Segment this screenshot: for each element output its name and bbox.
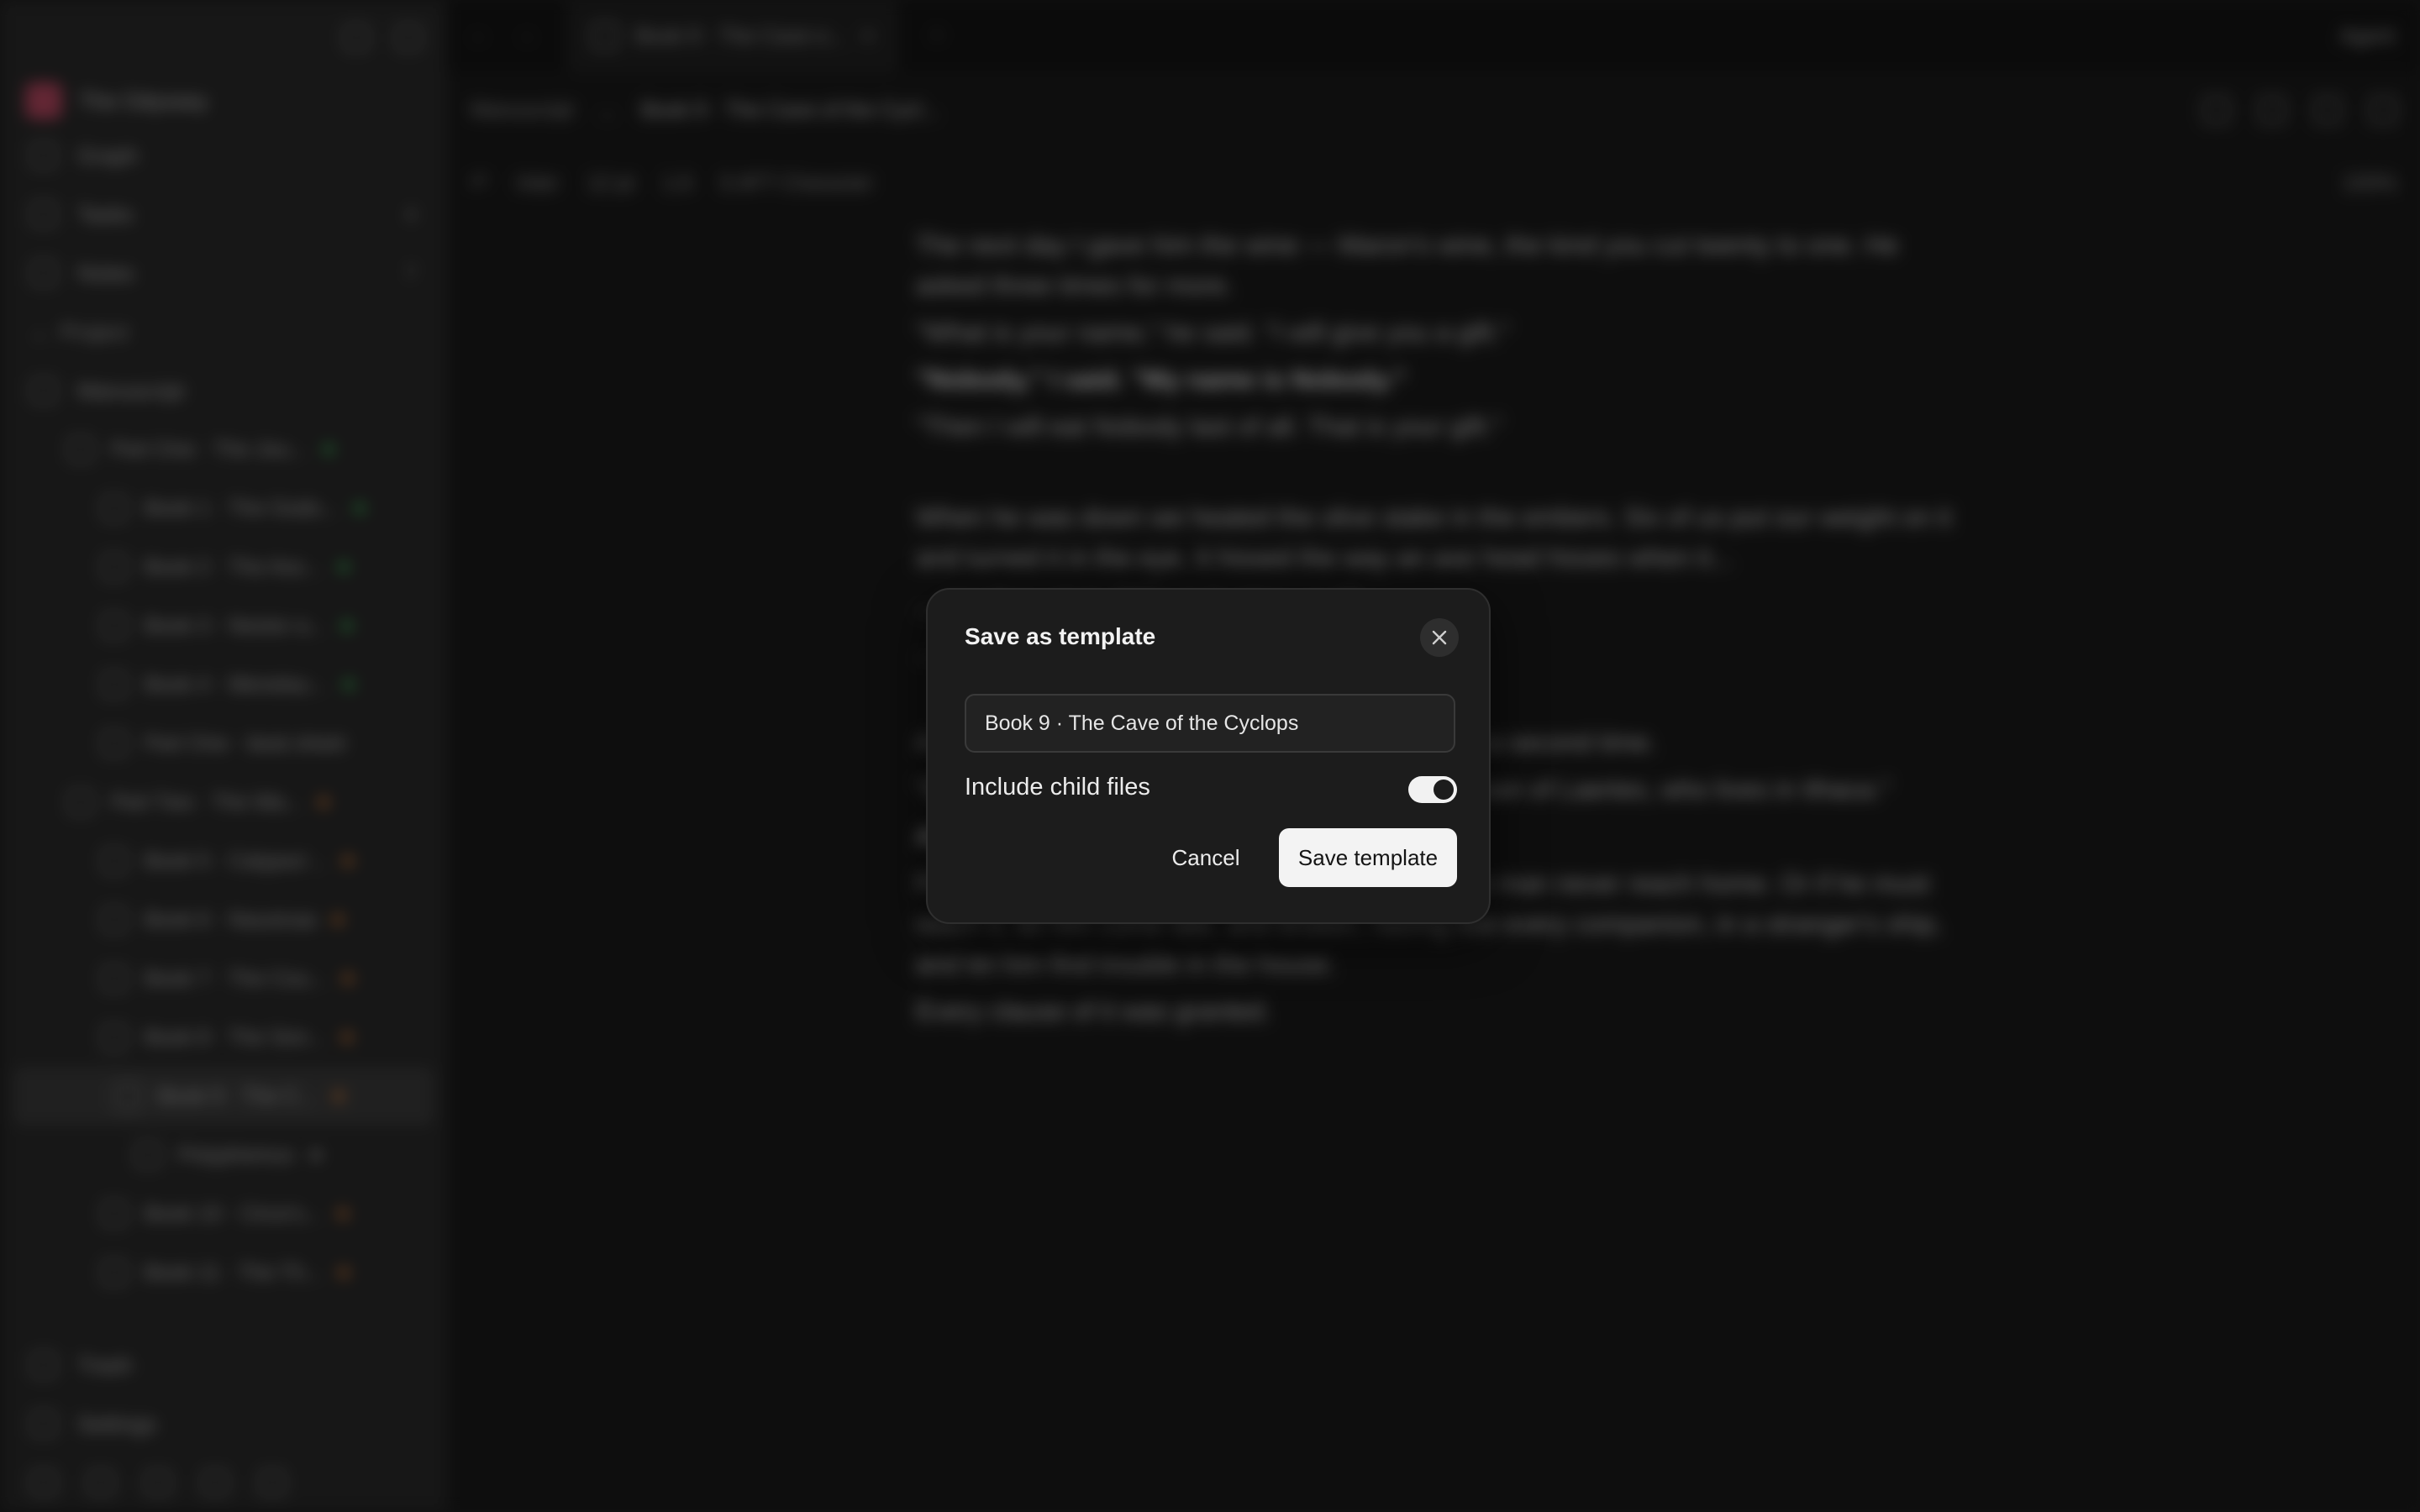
toggle-knob [1434,780,1454,800]
save-template-button[interactable]: Save template [1279,828,1457,887]
cancel-button[interactable]: Cancel [1151,828,1260,887]
close-icon [1432,630,1447,645]
close-button[interactable] [1420,618,1459,657]
save-template-dialog: Save as template Include child files Can… [926,588,1491,924]
include-child-files-label: Include child files [965,774,1150,801]
include-child-files-toggle[interactable] [1408,776,1457,803]
template-name-input[interactable] [965,694,1455,753]
dialog-title: Save as template [965,623,1156,649]
